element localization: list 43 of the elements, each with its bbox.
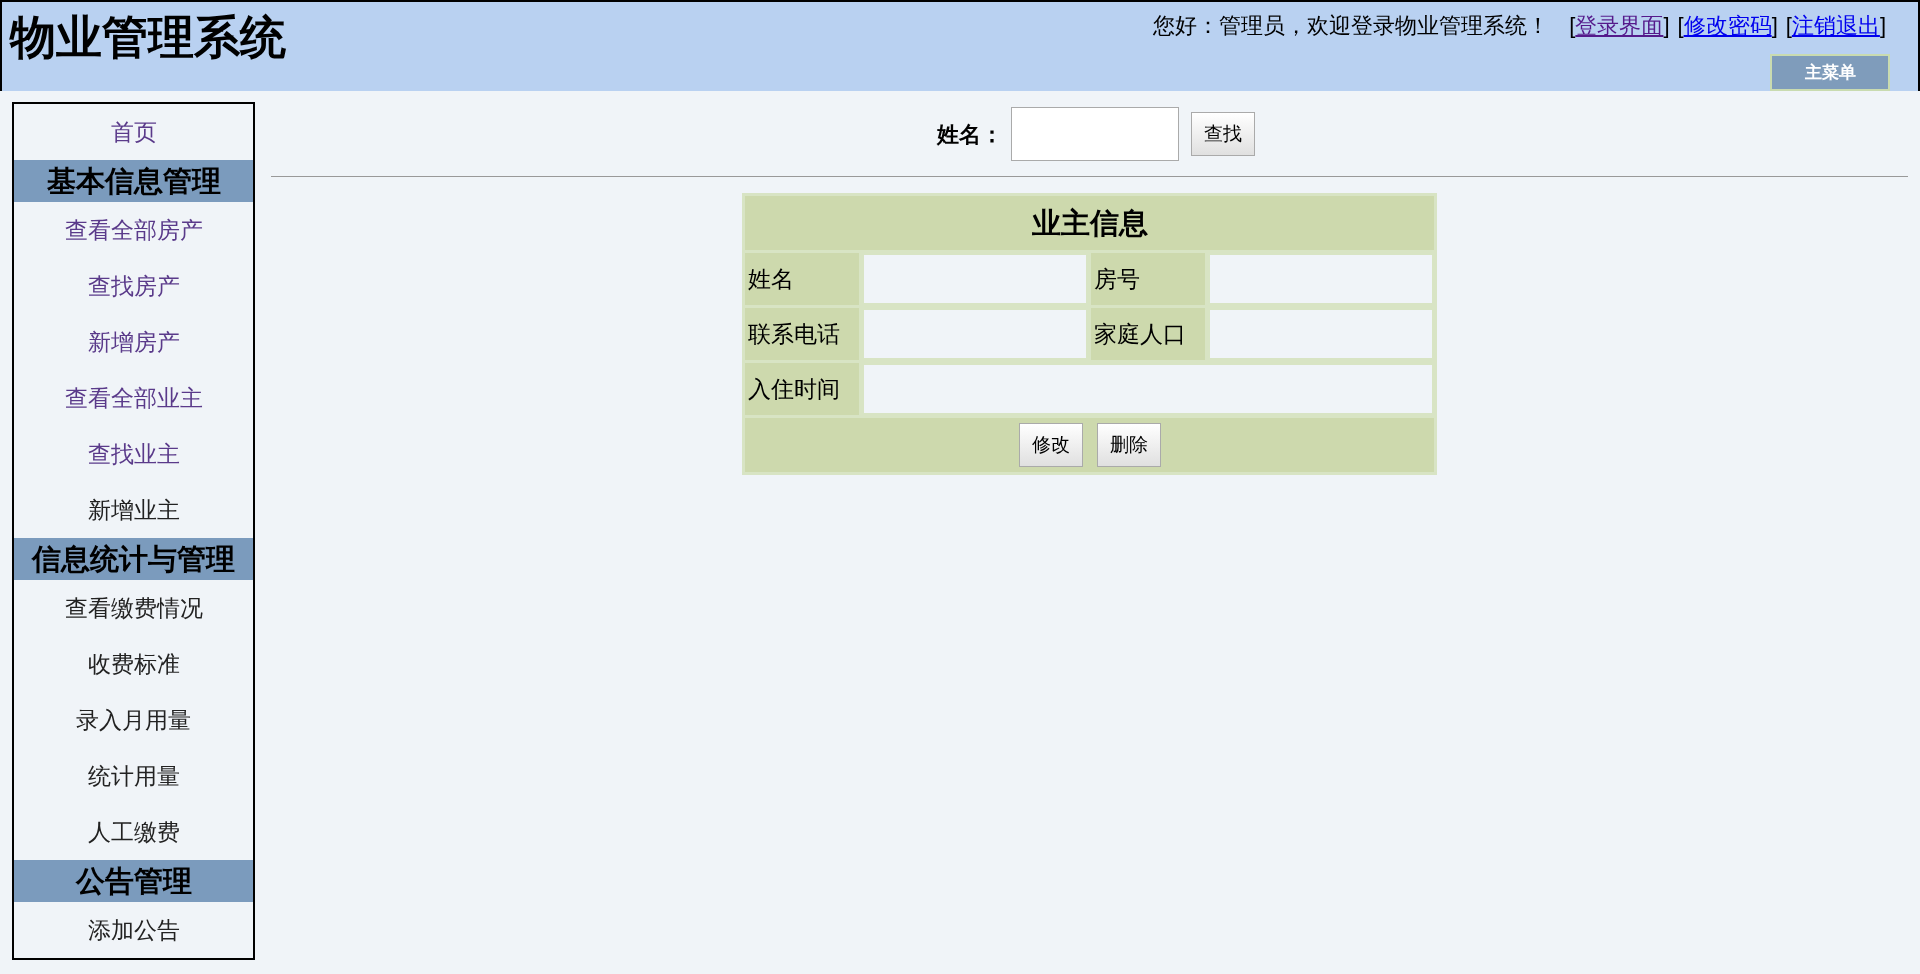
greeting-text: 您好：管理员，欢迎登录物业管理系统！ bbox=[1153, 11, 1550, 40]
sidebar-link[interactable]: 人工缴费 bbox=[14, 804, 253, 860]
sidebar-link[interactable]: 收费标准 bbox=[14, 636, 253, 692]
input-field[interactable] bbox=[862, 363, 1434, 415]
bracket-text: ] bbox=[1771, 11, 1778, 40]
header-link[interactable]: 修改密码 bbox=[1683, 8, 1772, 42]
sidebar-link[interactable]: 查看缴费情况 bbox=[14, 580, 253, 636]
form-title: 业主信息 bbox=[745, 196, 1434, 250]
field-label: 房号 bbox=[1091, 253, 1205, 305]
sidebar-link[interactable]: 新增业主 bbox=[14, 482, 253, 538]
input-field[interactable] bbox=[1208, 308, 1434, 360]
input-field[interactable] bbox=[862, 308, 1088, 360]
search-label: 姓名： bbox=[936, 120, 1003, 149]
field-label: 姓名 bbox=[745, 253, 859, 305]
sidebar-section-header: 公告管理 bbox=[14, 860, 253, 902]
sidebar-link[interactable]: 首页 bbox=[14, 104, 253, 160]
form-button[interactable]: 修改 bbox=[1018, 423, 1083, 467]
sidebar-section-header: 基本信息管理 bbox=[14, 160, 253, 202]
bracket-text: ] bbox=[1663, 11, 1670, 40]
sidebar-link[interactable]: 添加公告 bbox=[14, 902, 253, 958]
input-field[interactable] bbox=[862, 253, 1088, 305]
bracket-text: ] bbox=[1879, 11, 1886, 40]
sidebar-link[interactable]: 统计用量 bbox=[14, 748, 253, 804]
bracket-text: [ bbox=[1677, 11, 1684, 40]
field-label: 入住时间 bbox=[745, 363, 859, 415]
sidebar-link[interactable]: 录入月用量 bbox=[14, 692, 253, 748]
sidebar-section-header: 信息统计与管理 bbox=[14, 538, 253, 580]
input-field[interactable] bbox=[1208, 253, 1434, 305]
field-label: 联系电话 bbox=[745, 308, 859, 360]
search-button[interactable]: 查找 bbox=[1190, 112, 1255, 156]
sidebar-link[interactable]: 查找房产 bbox=[14, 258, 253, 314]
form-button[interactable]: 删除 bbox=[1096, 423, 1161, 467]
bracket-text: [ bbox=[1569, 11, 1576, 40]
bracket-text: [ bbox=[1785, 11, 1792, 40]
sidebar-link[interactable]: 查找业主 bbox=[14, 426, 253, 482]
field-label: 家庭人口 bbox=[1091, 308, 1205, 360]
name-search-field[interactable] bbox=[1010, 107, 1179, 161]
header-link[interactable]: 注销退出 bbox=[1791, 8, 1880, 42]
sidebar-link[interactable]: 查看全部房产 bbox=[14, 202, 253, 258]
sidebar-link[interactable]: 新增房产 bbox=[14, 314, 253, 370]
site-title: 物业管理系统 bbox=[8, 10, 286, 65]
header-link[interactable]: 登录界面 bbox=[1575, 8, 1664, 42]
sidebar-link[interactable]: 查看全部业主 bbox=[14, 370, 253, 426]
